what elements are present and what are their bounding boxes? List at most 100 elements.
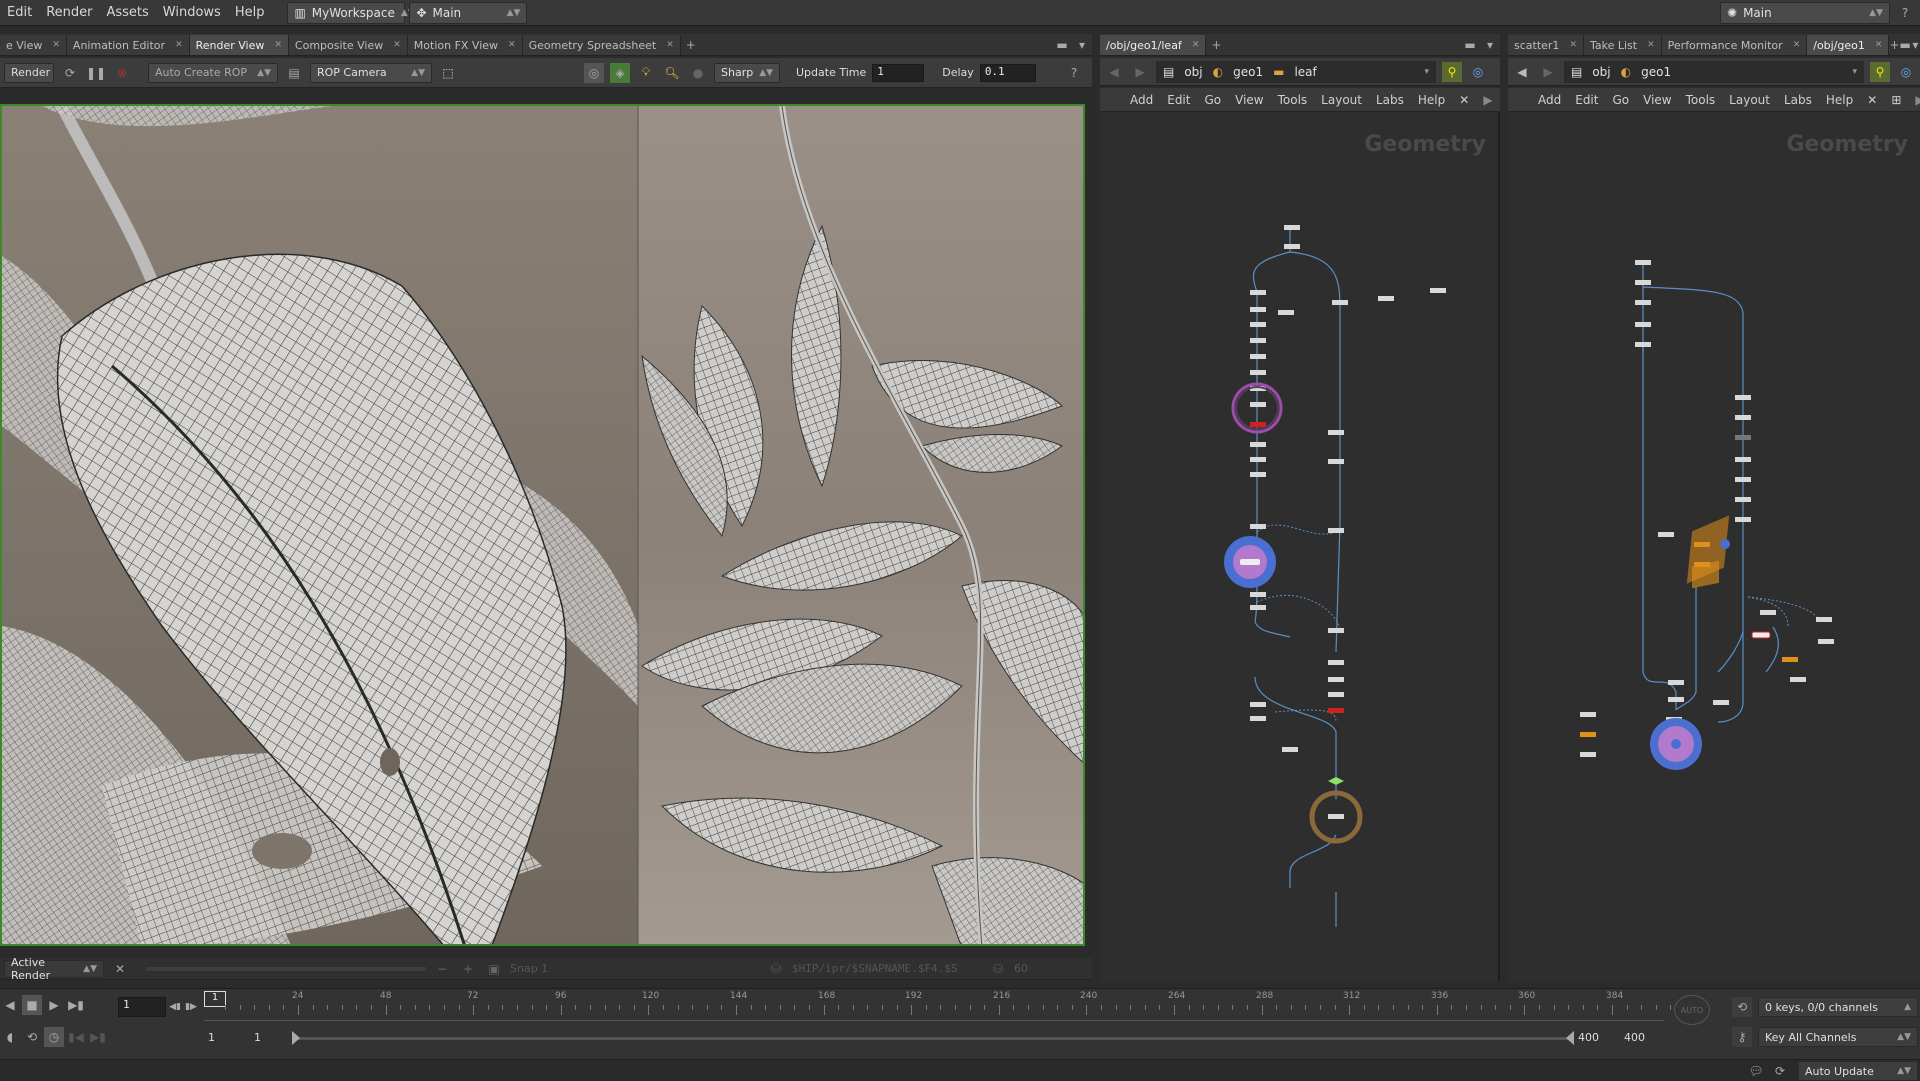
snapshot-icon[interactable]: ◈ bbox=[610, 62, 630, 83]
chevron-right-icon[interactable]: ▶ bbox=[1915, 93, 1920, 107]
tab-composite-view[interactable]: Composite View ✕ bbox=[288, 35, 408, 55]
pane-menu-icon[interactable]: ▬ bbox=[1460, 35, 1480, 55]
auto-create-rop-select[interactable]: Auto Create ROP ▲▼ bbox=[148, 62, 278, 83]
auto-key-icon[interactable]: AUTO bbox=[1674, 995, 1710, 1025]
menu-render[interactable]: Render bbox=[39, 5, 99, 20]
desktop-selector[interactable]: ▥ MyWorkspace ▲▼ bbox=[287, 1, 415, 24]
tab-leaf-network[interactable]: /obj/geo1/leaf ✕ bbox=[1100, 35, 1207, 55]
close-icon[interactable]: ✕ bbox=[274, 40, 282, 50]
refresh-icon[interactable]: ⟳ bbox=[1770, 1061, 1790, 1081]
tab-geometry-spreadsheet[interactable]: Geometry Spreadsheet ✕ bbox=[522, 35, 681, 55]
forward-icon[interactable]: ▶ bbox=[1538, 62, 1558, 82]
chevron-right-icon[interactable]: ▶ bbox=[1483, 93, 1492, 107]
tab-take-list[interactable]: Take List ✕ bbox=[1583, 35, 1662, 55]
leaf-network-canvas[interactable]: Geometry bbox=[1100, 112, 1500, 982]
range-start-field[interactable]: 1 bbox=[204, 1029, 244, 1047]
back-icon[interactable]: ◀ bbox=[1512, 62, 1532, 82]
add-tab-icon[interactable]: + bbox=[1889, 35, 1899, 55]
chevron-down-icon[interactable]: ▾ bbox=[1852, 67, 1857, 77]
timeline-ruler[interactable]: 1 24 48 72 96 120 144 168 192 216 240 264 288 312 336… bbox=[204, 991, 1671, 1021]
close-icon[interactable]: ✕ bbox=[1192, 40, 1200, 50]
wrench-icon[interactable]: ✕ bbox=[1459, 93, 1469, 107]
loop-icon[interactable]: ⟲ bbox=[22, 1027, 42, 1047]
close-icon[interactable]: ✕ bbox=[1875, 40, 1883, 50]
path-geo1[interactable]: geo1 bbox=[1641, 65, 1671, 79]
update-time-field[interactable]: 1 bbox=[872, 63, 925, 82]
minus-icon[interactable]: − bbox=[432, 959, 452, 979]
channel-icon[interactable]: ⟲ bbox=[1732, 997, 1752, 1017]
tab-scene-view[interactable]: e View ✕ bbox=[0, 35, 67, 55]
menu-tools[interactable]: Tools bbox=[1686, 93, 1716, 107]
tab-motion-fx-view[interactable]: Motion FX View ✕ bbox=[407, 35, 523, 55]
menu-edit[interactable]: Edit bbox=[1167, 93, 1190, 107]
chevron-down-icon[interactable]: ▾ bbox=[1072, 35, 1092, 55]
range-slider-end-handle[interactable] bbox=[1566, 1031, 1574, 1045]
stop-icon[interactable]: ⊗ bbox=[112, 63, 132, 83]
menu-go[interactable]: Go bbox=[1204, 93, 1221, 107]
render-button[interactable]: Render bbox=[4, 62, 54, 83]
close-icon[interactable]: ✕ bbox=[52, 40, 60, 50]
menu-add[interactable]: Add bbox=[1538, 93, 1561, 107]
chevron-down-icon[interactable]: ▾ bbox=[1480, 35, 1500, 55]
context-selector[interactable]: ✥ Main ▲▼ bbox=[409, 1, 528, 24]
delay-field[interactable]: 0.1 bbox=[979, 63, 1036, 82]
pin-icon[interactable]: ⚲ bbox=[1442, 61, 1462, 82]
range-start-field-2[interactable]: 1 bbox=[250, 1029, 290, 1047]
add-tab-icon[interactable]: + bbox=[681, 35, 701, 55]
geo1-network-canvas[interactable]: Geometry bbox=[1508, 112, 1920, 982]
light-icon[interactable]: 💡︎ bbox=[636, 63, 656, 83]
refresh-icon[interactable]: ⟳ bbox=[60, 63, 80, 83]
close-icon[interactable]: ✕ bbox=[666, 40, 674, 50]
render-viewport[interactable] bbox=[0, 104, 1085, 946]
menu-labs[interactable]: Labs bbox=[1784, 93, 1812, 107]
back-icon[interactable]: ◀ bbox=[1104, 62, 1124, 82]
menu-add[interactable]: Add bbox=[1130, 93, 1153, 107]
range-slider-start-handle[interactable] bbox=[292, 1031, 300, 1045]
tab-scatter1[interactable]: scatter1 ✕ bbox=[1508, 35, 1584, 55]
disk-icon[interactable]: ⛁ bbox=[988, 959, 1008, 979]
auto-update-select[interactable]: Auto Update ▲▼ bbox=[1798, 1061, 1918, 1081]
audio-icon[interactable]: ◖ bbox=[0, 1027, 20, 1047]
range-end-field-2[interactable]: 400 bbox=[1620, 1029, 1664, 1047]
range-slider-track[interactable] bbox=[292, 1037, 1572, 1040]
menu-assets[interactable]: Assets bbox=[99, 5, 155, 20]
close-icon[interactable]: ✕ bbox=[508, 40, 516, 50]
close-icon[interactable]: ✕ bbox=[1569, 40, 1577, 50]
menu-help[interactable]: Help bbox=[1826, 93, 1853, 107]
close-icon[interactable]: ✕ bbox=[1793, 40, 1801, 50]
wrench-icon[interactable]: ✕ bbox=[1867, 93, 1877, 107]
current-frame-field[interactable]: 1 bbox=[118, 997, 166, 1017]
rop-icon[interactable]: ▤ bbox=[284, 63, 304, 83]
menu-tools[interactable]: Tools bbox=[1278, 93, 1308, 107]
forward-icon[interactable]: ▶ bbox=[1130, 62, 1150, 82]
tab-geo1-network[interactable]: /obj/geo1 ✕ bbox=[1807, 35, 1890, 55]
sharp-select[interactable]: Sharp ▲▼ bbox=[714, 62, 780, 83]
stop-icon[interactable]: ■ bbox=[22, 995, 42, 1015]
camera-icon[interactable]: ▣ bbox=[484, 959, 504, 979]
path-leaf[interactable]: leaf bbox=[1294, 65, 1316, 79]
jump-end-icon[interactable]: ▶▮ bbox=[66, 995, 86, 1015]
step-forward-icon[interactable]: ▮▶ bbox=[184, 997, 198, 1017]
prev-key-icon[interactable]: ▮◀ bbox=[66, 1027, 86, 1047]
menu-windows[interactable]: Windows bbox=[156, 5, 228, 20]
close-icon[interactable]: ✕ bbox=[175, 40, 183, 50]
menu-edit[interactable]: Edit bbox=[1575, 93, 1598, 107]
realtime-icon[interactable]: ◷ bbox=[44, 1027, 64, 1047]
play-icon[interactable]: ▶ bbox=[44, 995, 64, 1015]
path-geo1[interactable]: geo1 bbox=[1233, 65, 1263, 79]
link-icon[interactable]: ◎ bbox=[1468, 62, 1488, 82]
pause-icon[interactable]: ❚❚ bbox=[86, 63, 106, 83]
tab-render-view[interactable]: Render View ✕ bbox=[189, 35, 289, 55]
close-icon[interactable]: ✕ bbox=[1647, 40, 1655, 50]
menu-layout[interactable]: Layout bbox=[1729, 93, 1770, 107]
zoom-icon[interactable]: 🔍︎ bbox=[662, 63, 682, 83]
right-context-selector[interactable]: ✺ Main ▲▼ bbox=[1720, 1, 1890, 24]
menu-help[interactable]: Help bbox=[1418, 93, 1445, 107]
chevron-down-icon[interactable]: ▾ bbox=[1424, 67, 1429, 77]
add-tab-icon[interactable]: + bbox=[1206, 35, 1226, 55]
region-icon[interactable]: ◎ bbox=[584, 62, 604, 83]
menu-help[interactable]: Help bbox=[228, 5, 272, 20]
next-key-icon[interactable]: ▶▮ bbox=[88, 1027, 108, 1047]
close-icon[interactable]: ✕ bbox=[110, 959, 130, 979]
path-obj[interactable]: obj bbox=[1184, 65, 1202, 79]
